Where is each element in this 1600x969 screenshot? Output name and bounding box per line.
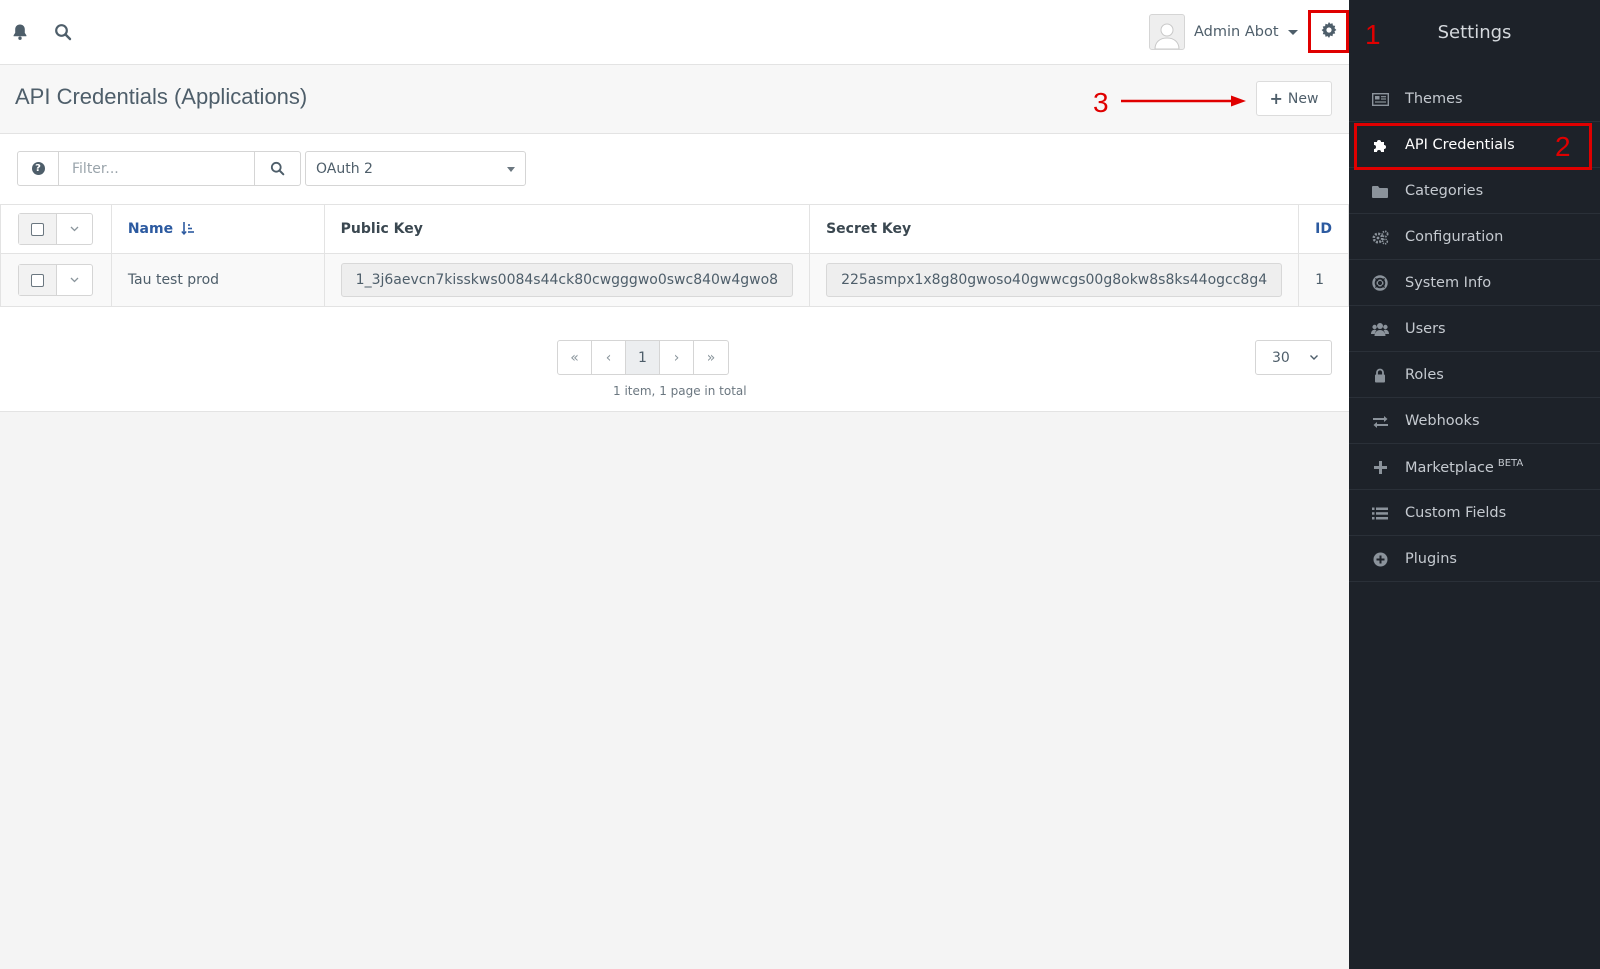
list-icon (1371, 505, 1389, 521)
column-header-name[interactable]: Name (110, 204, 325, 254)
annotation-step-2: 2 (1555, 131, 1571, 162)
gears-icon (1371, 229, 1389, 245)
plus-icon: + (1269, 89, 1283, 108)
avatar (1149, 14, 1185, 50)
search-icon (270, 161, 285, 176)
caret-down-icon (507, 167, 515, 172)
annotation-step-1: 1 (1365, 19, 1381, 50)
sidebar-item-roles[interactable]: Roles (1349, 352, 1600, 398)
user-name: Admin Abot (1194, 24, 1279, 40)
chevron-down-icon (70, 226, 79, 232)
puzzle-icon (1371, 137, 1389, 153)
select-all-checkbox[interactable] (19, 214, 57, 244)
secret-key-field[interactable]: 225asmpx1x8g80gwoso40gwwcgs00g8okw8s8ks4… (826, 263, 1283, 297)
lock-icon (1371, 367, 1389, 383)
filter-search-button[interactable] (255, 151, 301, 186)
row-select-group (18, 264, 93, 296)
user-menu[interactable]: Admin Abot (1149, 14, 1298, 50)
sidebar-item-system-info[interactable]: System Info (1349, 260, 1600, 306)
folder-icon (1371, 183, 1389, 199)
filter-bar: ? (17, 151, 301, 186)
gear-icon (1321, 21, 1337, 42)
public-key-field[interactable]: 1_3j6aevcn7kisskws0084s44ck80cwgggwo0swc… (340, 263, 794, 297)
page-button-current[interactable]: 1 (626, 341, 660, 374)
annotation-step-3: 3 (1093, 87, 1109, 118)
bell-icon[interactable] (10, 22, 30, 42)
beta-badge: BETA (1497, 457, 1524, 469)
api-type-select[interactable]: OAuth 2 (305, 151, 526, 186)
sidebar-item-users[interactable]: Users (1349, 306, 1600, 352)
api-type-value: OAuth 2 (316, 160, 373, 177)
pagination: « ‹ 1 › » (557, 340, 729, 375)
sidebar-item-webhooks[interactable]: Webhooks (1349, 398, 1600, 444)
annotation-arrow (1121, 95, 1246, 107)
prev-page-button[interactable]: ‹ (592, 341, 626, 374)
pagination-info: 1 item, 1 page in total (613, 384, 747, 398)
row-checkbox[interactable] (19, 265, 57, 295)
sort-ascending-icon (181, 222, 194, 236)
lifebuoy-icon (1371, 275, 1389, 291)
row-public-key-cell: 1_3j6aevcn7kisskws0084s44ck80cwgggwo0swc… (323, 253, 811, 307)
sidebar-item-plugins[interactable]: Plugins (1349, 536, 1600, 582)
marketplace-label: Marketplace (1405, 459, 1494, 476)
content-panel: ? OAuth 2 Name (0, 134, 1349, 412)
column-header-id[interactable]: ID (1298, 204, 1349, 254)
sidebar-item-configuration[interactable]: Configuration (1349, 214, 1600, 260)
search-icon[interactable] (53, 22, 73, 42)
filter-input[interactable] (59, 151, 255, 186)
sidebar-title: Settings (1437, 22, 1512, 43)
sidebar-item-themes[interactable]: Themes (1349, 76, 1600, 122)
row-name[interactable]: Tau test prod (110, 253, 325, 307)
header-checkbox-cell (0, 204, 112, 254)
table-header-row: Name Public Key Secret Key ID (0, 204, 1349, 254)
next-page-button[interactable]: › (660, 341, 694, 374)
per-page-value: 30 (1272, 349, 1290, 366)
filter-help-button[interactable]: ? (17, 151, 59, 186)
last-page-button[interactable]: » (694, 341, 728, 374)
column-header-secret-key: Secret Key (809, 204, 1300, 254)
sidebar-item-categories[interactable]: Categories (1349, 168, 1600, 214)
users-icon (1371, 321, 1389, 337)
settings-button[interactable] (1308, 10, 1349, 53)
row-checkbox-cell (0, 253, 112, 307)
table-row: Tau test prod 1_3j6aevcn7kisskws0084s44c… (0, 253, 1349, 307)
plus-circle-icon (1371, 551, 1389, 567)
row-id: 1 (1298, 253, 1349, 307)
bulk-select-group (18, 213, 93, 245)
per-page-select[interactable]: 30 (1255, 340, 1332, 375)
row-actions-dropdown[interactable] (57, 265, 92, 295)
column-header-public-key: Public Key (323, 204, 811, 254)
bulk-actions-dropdown[interactable] (57, 214, 92, 244)
first-page-button[interactable]: « (558, 341, 592, 374)
new-button[interactable]: + New (1256, 81, 1332, 116)
new-button-label: New (1287, 90, 1319, 107)
credentials-table: Name Public Key Secret Key ID Tau test p… (0, 204, 1349, 307)
row-secret-key-cell: 225asmpx1x8g80gwoso40gwwcgs00g8okw8s8ks4… (809, 253, 1300, 307)
themes-icon (1371, 91, 1389, 107)
page-title: API Credentials (Applications) (15, 84, 308, 109)
chevron-down-icon (70, 277, 79, 283)
sidebar-item-marketplace[interactable]: Marketplace BETA (1349, 444, 1600, 490)
sidebar-item-custom-fields[interactable]: Custom Fields (1349, 490, 1600, 536)
chevron-down-icon (1287, 29, 1298, 35)
exchange-icon (1371, 413, 1389, 429)
chevron-down-icon (1310, 355, 1318, 360)
question-icon: ? (31, 162, 45, 175)
top-bar: Admin Abot (0, 0, 1349, 65)
plus-icon (1371, 459, 1389, 475)
